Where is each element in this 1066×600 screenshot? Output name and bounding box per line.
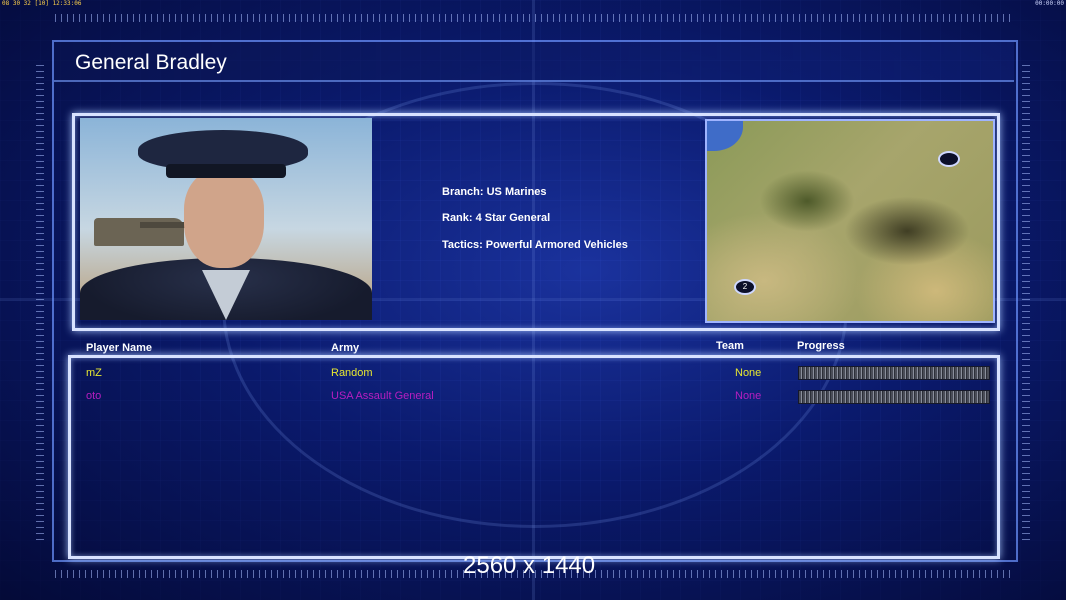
page-title: General Bradley <box>75 51 227 74</box>
resolution-label: 2560 x 1440 <box>463 552 596 579</box>
player-name: oto <box>86 390 102 402</box>
loading-progress-bar <box>798 390 990 404</box>
ruler-left <box>36 60 44 540</box>
ruler-right <box>1022 60 1030 540</box>
column-header-team: Team <box>716 340 744 352</box>
start-position-marker-2[interactable]: 2 <box>734 279 756 295</box>
branch-text: Branch: US Marines <box>442 186 547 198</box>
hud-stats: 08 30 32 [10] 12:33:06 <box>2 0 82 7</box>
player-team: None <box>735 390 762 402</box>
rank-text: Rank: 4 Star General <box>442 212 551 224</box>
column-header-progress: Progress <box>797 340 845 352</box>
water-area <box>707 121 743 151</box>
loading-progress-bar <box>798 366 990 380</box>
player-army: USA Assault General <box>331 390 434 402</box>
minimap[interactable]: 2 <box>705 119 995 323</box>
player-list-panel <box>68 355 1000 559</box>
ruler-top <box>55 14 1015 22</box>
player-team: None <box>735 367 762 379</box>
player-name: mZ <box>86 367 102 379</box>
cap-band <box>166 164 286 178</box>
tactics-text: Tactics: Powerful Armored Vehicles <box>442 239 628 251</box>
start-position-marker-1[interactable] <box>938 151 960 167</box>
face <box>184 170 264 268</box>
general-portrait <box>80 118 372 320</box>
player-army: Random <box>331 367 373 379</box>
column-header-player: Player Name <box>86 342 153 354</box>
column-header-army: Army <box>331 342 360 354</box>
hud-clock: 00:00:00 <box>1035 0 1064 7</box>
